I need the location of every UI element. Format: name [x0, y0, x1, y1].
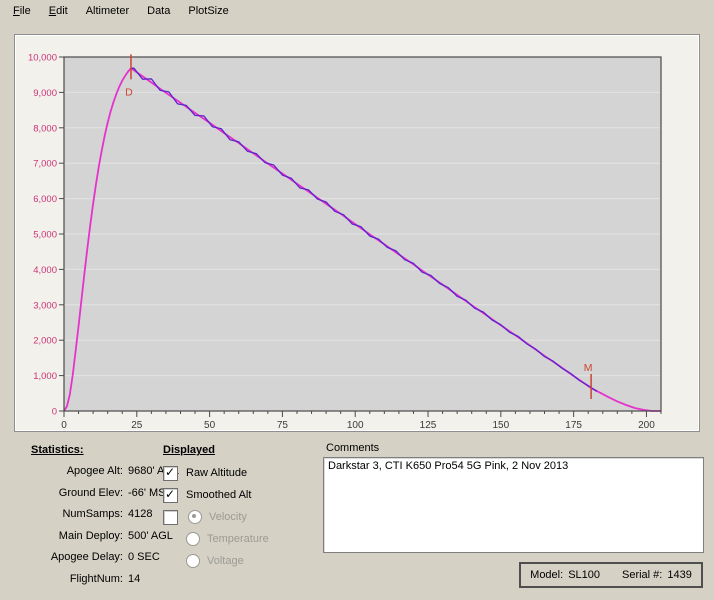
- comments-input[interactable]: Darkstar 3, CTI K650 Pro54 5G Pink, 2 No…: [323, 457, 704, 553]
- device-info-box: Model:SL100 Serial #:1439: [519, 562, 703, 588]
- svg-text:50: 50: [204, 420, 216, 431]
- svg-text:100: 100: [347, 420, 364, 431]
- comments-label: Comments: [326, 442, 379, 454]
- voltage-radio: [186, 554, 200, 568]
- svg-text:125: 125: [420, 420, 437, 431]
- menu-file[interactable]: File: [4, 3, 40, 19]
- menu-plotsize[interactable]: PlotSize: [179, 3, 237, 19]
- svg-text:D: D: [125, 86, 133, 98]
- svg-text:0: 0: [52, 407, 57, 418]
- svg-text:7,000: 7,000: [33, 159, 57, 170]
- menu-edit[interactable]: Edit: [40, 3, 77, 19]
- svg-text:175: 175: [565, 420, 582, 431]
- svg-text:3,000: 3,000: [33, 300, 57, 311]
- device-serial: Serial #:1439: [622, 569, 692, 581]
- smoothed-alt-row: Smoothed Alt: [163, 484, 313, 506]
- svg-text:75: 75: [277, 420, 289, 431]
- menu-bar: File Edit Altimeter Data PlotSize: [0, 0, 714, 21]
- svg-text:5,000: 5,000: [33, 230, 57, 241]
- altitude-chart: 0 1,000 2,000 3,000 4,000 5,000 6,000 7,000 8,00…: [16, 36, 700, 432]
- svg-text:2,000: 2,000: [33, 336, 57, 347]
- svg-text:9,000: 9,000: [33, 88, 57, 99]
- svg-text:M: M: [584, 362, 593, 374]
- svg-text:10,000: 10,000: [28, 53, 57, 64]
- velocity-radio: [188, 510, 202, 524]
- aux-channel-row: Velocity: [163, 506, 313, 528]
- displayed-title: Displayed: [163, 444, 313, 456]
- svg-text:1,000: 1,000: [33, 371, 57, 382]
- svg-text:200: 200: [638, 420, 655, 431]
- menu-data[interactable]: Data: [138, 3, 179, 19]
- svg-text:25: 25: [131, 420, 143, 431]
- device-model: Model:SL100: [530, 569, 600, 581]
- svg-text:0: 0: [61, 420, 67, 431]
- svg-text:8,000: 8,000: [33, 123, 57, 134]
- svg-text:150: 150: [492, 420, 509, 431]
- raw-altitude-checkbox[interactable]: [163, 466, 178, 481]
- raw-altitude-row: Raw Altitude: [163, 462, 313, 484]
- menu-altimeter[interactable]: Altimeter: [77, 3, 138, 19]
- displayed-section: Displayed Raw Altitude Smoothed Alt Velo…: [163, 444, 313, 572]
- voltage-row: Voltage: [163, 550, 313, 572]
- svg-text:6,000: 6,000: [33, 194, 57, 205]
- temperature-radio: [186, 532, 200, 546]
- aux-channel-checkbox[interactable]: [163, 510, 178, 525]
- altitude-chart-panel: 0 1,000 2,000 3,000 4,000 5,000 6,000 7,000 8,00…: [14, 34, 700, 432]
- temperature-row: Temperature: [163, 528, 313, 550]
- svg-text:4,000: 4,000: [33, 265, 57, 276]
- smoothed-alt-checkbox[interactable]: [163, 488, 178, 503]
